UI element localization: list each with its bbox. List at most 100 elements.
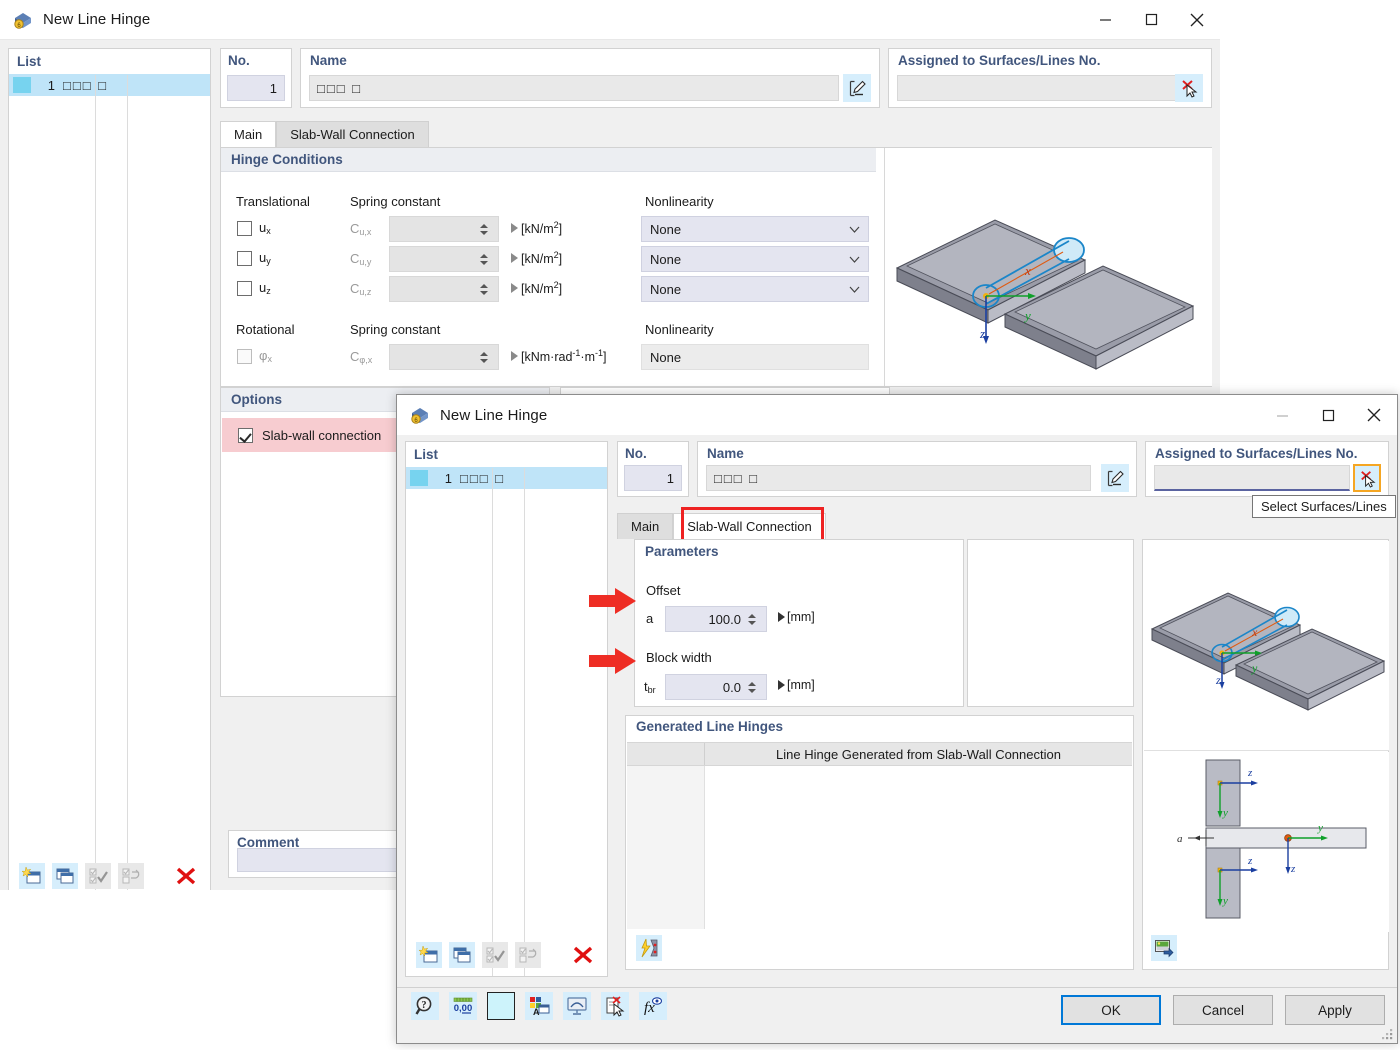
cuy-unit: [kN/m2] (521, 250, 563, 266)
dialog1-tab-main[interactable]: Main (220, 121, 277, 147)
dialog2-tab-main[interactable]: Main (617, 513, 674, 539)
line-hinge-icon: 6 (409, 404, 431, 426)
delete-item-button[interactable] (173, 863, 199, 889)
dialog1-list-panel: List 1 □□□ □ (8, 48, 211, 898)
name-edit-button[interactable] (843, 74, 871, 102)
resize-grip[interactable] (1382, 1029, 1394, 1041)
dialog1-close-button[interactable] (1174, 1, 1220, 38)
tooltip-text: Select Surfaces/Lines (1261, 499, 1387, 514)
dialog1-list-toolbar (19, 863, 199, 889)
offset-spinner[interactable] (745, 613, 759, 625)
dialog2-list-row[interactable]: 1 □□□ □ (406, 467, 607, 489)
help-search-button[interactable]: ? (411, 992, 439, 1020)
cux-spinner[interactable] (477, 223, 491, 235)
slab-hinge-3d-graphic: z y x (1144, 541, 1389, 751)
col-nonlinearity-2: Nonlinearity (645, 322, 714, 337)
dialog1-tab-slab-wall[interactable]: Slab-Wall Connection (276, 121, 429, 147)
uy-checkbox[interactable] (237, 250, 252, 266)
block-width-value: 0.0 (722, 679, 741, 695)
cuz-input[interactable] (389, 276, 499, 302)
delete-item-button[interactable] (570, 942, 596, 968)
row-uz: uz (237, 280, 271, 296)
parameters-band: Parameters (635, 540, 963, 559)
cuz-spinner[interactable] (477, 283, 491, 295)
dialog2-name-field[interactable]: □□□ □ (706, 465, 1091, 491)
cancel-button[interactable]: Cancel (1173, 995, 1273, 1025)
dialog2-name-label: Name (707, 446, 744, 461)
generated-table-body[interactable] (627, 766, 1132, 929)
col-translational: Translational (236, 194, 310, 209)
dialog1-maximize-button[interactable] (1128, 1, 1174, 38)
decimal-places-button[interactable]: 0,00 (449, 992, 477, 1020)
uy-nonlinearity-select[interactable]: None (641, 246, 869, 272)
picture-export-button[interactable] (1151, 935, 1177, 961)
cux-symbol: Cu,x (350, 221, 372, 237)
cphix-unit: [kNm·rad-1·m-1] (521, 348, 607, 364)
view-mode-button[interactable] (563, 992, 591, 1020)
dialog2-close-button[interactable] (1351, 397, 1397, 434)
cuy-spinner[interactable] (477, 253, 491, 265)
copy-item-button[interactable] (52, 863, 78, 889)
cancel-button-label: Cancel (1201, 1002, 1245, 1018)
select-surfaces-lines-button[interactable] (1353, 464, 1381, 492)
dialog2-list-panel: List 1 □□□ □ (405, 441, 608, 977)
ux-checkbox[interactable] (237, 220, 252, 236)
block-width-spinner[interactable] (745, 681, 759, 693)
row-name: □□□ □ (63, 77, 109, 93)
uz-nonlinearity-value: None (650, 281, 682, 297)
uz-checkbox[interactable] (237, 280, 252, 296)
cux-input[interactable] (389, 216, 499, 242)
uz-nonlinearity-select[interactable]: None (641, 276, 869, 302)
cuy-symbol: Cu,y (350, 251, 372, 267)
offset-symbol: a (646, 611, 654, 626)
dialog2-assigned-panel: Assigned to Surfaces/Lines No. (1145, 441, 1389, 497)
name-edit-button[interactable] (1101, 464, 1129, 492)
new-item-button[interactable] (19, 863, 45, 889)
ux-nonlinearity-select[interactable]: None (641, 216, 869, 242)
slab-wall-connection-checkbox[interactable] (238, 427, 253, 443)
new-item-button[interactable] (416, 942, 442, 968)
dialog1-tabstrip: Main Slab-Wall Connection (220, 121, 429, 147)
generated-table-header: Line Hinge Generated from Slab-Wall Conn… (627, 742, 1132, 766)
dialog2-no-field[interactable]: 1 (624, 465, 682, 491)
offset-expand-arrow[interactable] (778, 612, 785, 622)
cuy-input[interactable] (389, 246, 499, 272)
svg-text:y: y (1251, 661, 1258, 675)
block-width-unit: [mm] (787, 678, 815, 692)
dialog1-name-field[interactable]: □□□ □ (309, 75, 839, 101)
ok-button[interactable]: OK (1061, 995, 1161, 1025)
dialog2-maximize-button[interactable] (1305, 397, 1351, 434)
generate-lightning-button[interactable] (636, 935, 662, 961)
col-spring-constant-2: Spring constant (350, 322, 441, 337)
svg-text:z: z (979, 326, 985, 341)
slab-wall-section-graphic: z y z y y z a (1144, 752, 1389, 932)
select-surfaces-lines-button[interactable] (1175, 74, 1203, 102)
dialog1-minimize-button[interactable] (1082, 1, 1128, 38)
dialog1-no-field[interactable]: 1 (227, 75, 285, 101)
offset-input[interactable]: 100.0 (665, 606, 767, 632)
copy-item-button[interactable] (449, 942, 475, 968)
color-swatch-button[interactable] (487, 992, 515, 1020)
slab-wall-connection-label: Slab-wall connection (262, 427, 382, 443)
dialog2-minimize-button[interactable] (1259, 397, 1305, 434)
formula-button[interactable]: fx (639, 992, 667, 1020)
cux-unit: [kN/m2] (521, 220, 563, 236)
svg-text:z: z (1247, 855, 1253, 867)
dialog1-assigned-field[interactable] (897, 75, 1177, 101)
cphix-input (389, 344, 499, 370)
display-properties-button[interactable]: A (525, 992, 553, 1020)
dialog1-no-label: No. (228, 53, 250, 68)
dialog2-assigned-field[interactable] (1154, 465, 1350, 491)
block-width-input[interactable]: 0.0 (665, 674, 767, 700)
clear-assignment-button[interactable] (601, 992, 629, 1020)
dialog1-list-row[interactable]: 1 □□□ □ (9, 74, 210, 96)
offset-unit: [mm] (787, 610, 815, 624)
dialog2-tab-slab-wall[interactable]: Slab-Wall Connection (673, 513, 826, 539)
slab-wall-connection-option-row[interactable]: Slab-wall connection (222, 418, 400, 452)
dialog2-title: New Line Hinge (440, 406, 548, 424)
svg-text:x: x (1251, 625, 1258, 639)
block-width-expand-arrow[interactable] (778, 680, 785, 690)
row-number: 1 (47, 77, 55, 93)
apply-button[interactable]: Apply (1285, 995, 1385, 1025)
block-width-annotation-arrow (589, 648, 637, 677)
